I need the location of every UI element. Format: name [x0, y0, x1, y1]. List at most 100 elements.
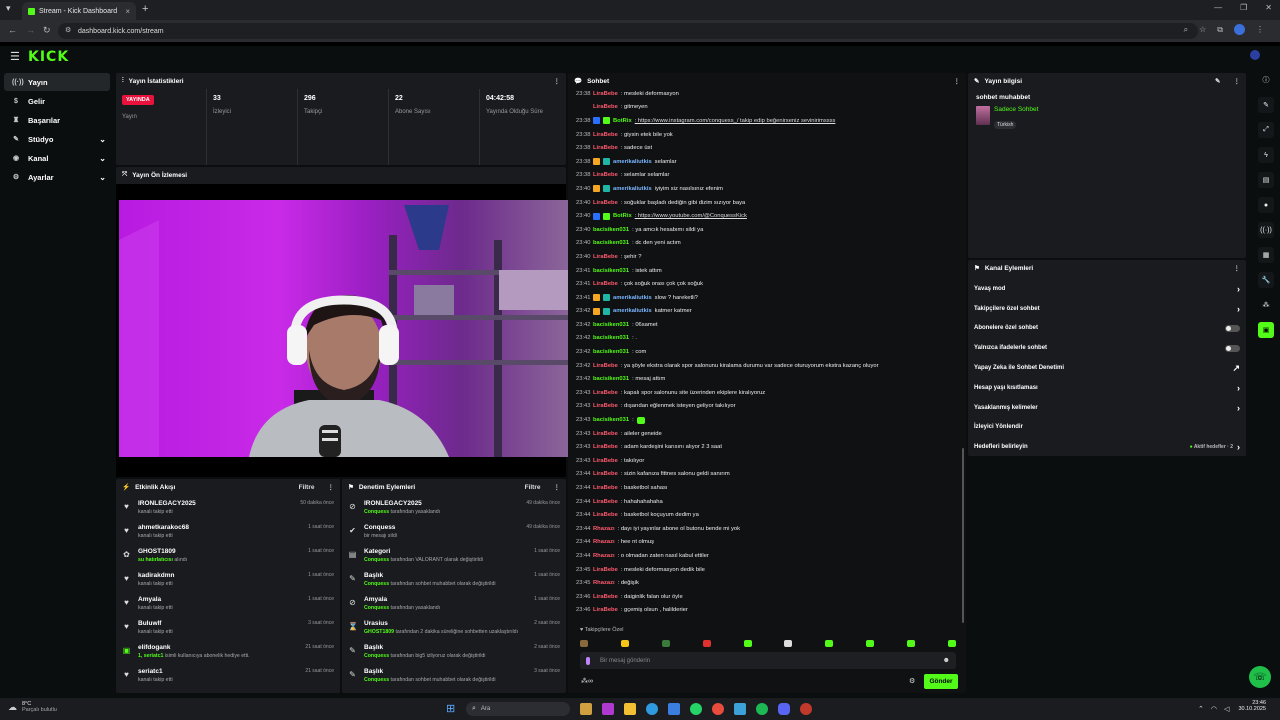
taskbar-search[interactable]: ⌕ Ara	[466, 702, 570, 716]
emote-icon[interactable]	[947, 639, 956, 647]
sidebar-item[interactable]: ◉ Kanal ⌄	[4, 149, 110, 167]
list-item-highlight[interactable]: Conquess	[364, 581, 389, 587]
channel-action-item[interactable]: Hedefleri belirleyin ● Aktif hedefler · 2…	[968, 437, 1246, 457]
settings-app-icon[interactable]	[734, 703, 746, 715]
list-item-highlight[interactable]: Conquess	[364, 509, 389, 515]
emote-icon[interactable]	[866, 639, 875, 647]
sidebar-item[interactable]: $ Gelir	[4, 92, 110, 110]
document-icon[interactable]: ▤	[1258, 172, 1274, 188]
tab-list-icon[interactable]: ▾	[6, 3, 11, 14]
channel-action-item[interactable]: Yapay Zeka ile Sohbet Denetimi ↗	[968, 358, 1246, 378]
minimize-icon[interactable]: —	[1214, 3, 1222, 12]
channel-actions-more-icon[interactable]: ⋮	[1234, 264, 1241, 272]
chat-username[interactable]: LiraBebe	[593, 567, 618, 573]
volume-icon[interactable]: ◁	[1224, 705, 1229, 713]
pencil-icon[interactable]: ✎	[1258, 97, 1274, 113]
chat-username[interactable]: bacisiken031	[593, 335, 629, 341]
chat-username[interactable]: amerikaliutkis	[613, 159, 652, 165]
chat-identity-icon[interactable]	[586, 656, 590, 665]
chevron-right-icon[interactable]: ›	[1237, 403, 1240, 413]
chat-message-text[interactable]: : https://www.instagram.com/conquess_/ t…	[635, 118, 836, 124]
reload-icon[interactable]: ↻	[43, 25, 51, 36]
help-chat-icon[interactable]: ☏	[1249, 666, 1271, 688]
zoom-icon[interactable]: ⌕	[1184, 25, 1188, 35]
chat-username[interactable]: LiraBebe	[593, 485, 618, 491]
layout-icon[interactable]: ▦	[1258, 247, 1274, 263]
chat-username[interactable]: LiraBebe	[593, 281, 618, 287]
list-item[interactable]: ▣ elifdogank 1, seriatc1 isimli kullanıcıy…	[116, 642, 340, 666]
list-item[interactable]: ✎ Başlık Conquess tarafından big5 izliyoru…	[342, 642, 566, 666]
activity-more-icon[interactable]: ⋮	[328, 483, 335, 491]
share-icon[interactable]: ⁂	[1258, 297, 1274, 313]
chat-username[interactable]: LiraBebe	[593, 254, 618, 260]
chat-settings-icon[interactable]: ⚙	[909, 677, 915, 685]
chat-username[interactable]: LiraBebe	[593, 172, 618, 178]
wifi-icon[interactable]: ◠	[1211, 705, 1217, 713]
chat-username[interactable]: LiraBebe	[593, 471, 618, 477]
extensions-icon[interactable]: ⧉	[1217, 25, 1223, 35]
discord-icon[interactable]	[778, 703, 790, 715]
chat-username[interactable]: LiraBebe	[593, 431, 618, 437]
chat-username[interactable]: LiraBebe	[593, 499, 618, 505]
emote-icon[interactable]	[661, 639, 670, 647]
sidebar-item[interactable]: ♜ Başarılar	[4, 111, 110, 129]
chat-username[interactable]: Rhazazı	[593, 580, 615, 586]
external-link-icon[interactable]: ↗	[1232, 363, 1240, 374]
chat-username[interactable]: amerikaliutkis	[613, 186, 652, 192]
chat-username[interactable]: LiraBebe	[593, 403, 618, 409]
chat-username[interactable]: amerikaliutkis	[613, 295, 652, 301]
windows-start-icon[interactable]: ⊞	[446, 702, 455, 715]
chat-bubble-icon[interactable]: ●	[1258, 197, 1274, 213]
channel-action-item[interactable]: Hesap yaşı kısıtlaması ›	[968, 378, 1246, 398]
list-item-highlight[interactable]: Conquess	[364, 605, 389, 611]
list-item[interactable]: ♥ IRONLEGACY2025 kanalı takip etti 50 dakik…	[116, 498, 340, 522]
profile-avatar[interactable]	[1234, 24, 1245, 35]
chat-username[interactable]: bacisiken031	[593, 322, 629, 328]
bookmark-star-icon[interactable]: ☆	[1199, 25, 1206, 34]
chat-username[interactable]: Rhazazı	[593, 553, 615, 559]
store-icon[interactable]	[668, 703, 680, 715]
folder-icon[interactable]	[624, 703, 636, 715]
sidebar-item[interactable]: ⚙ Ayarlar ⌄	[4, 168, 110, 186]
chat-message-text[interactable]: : https://www.youtube.com/@ConquessKick	[635, 213, 747, 219]
channel-action-item[interactable]: Yalnızca ifadelerle sohbet	[968, 338, 1246, 358]
chat-username[interactable]: LiraBebe	[593, 91, 618, 97]
chat-username[interactable]: bacisiken031	[593, 268, 629, 274]
list-item[interactable]: ✿ GHOST1809 su hatırlatıcısı alındı 1 saat …	[116, 546, 340, 570]
list-item-highlight[interactable]: Conquess	[364, 653, 389, 659]
user-avatar[interactable]	[1250, 50, 1260, 60]
channel-action-item[interactable]: Abonelere özel sohbet	[968, 319, 1246, 339]
channel-action-item[interactable]: Yavaş mod ›	[968, 279, 1246, 299]
channel-action-item[interactable]: İzleyici Yönlendir	[968, 418, 1246, 438]
expand-icon[interactable]: ⤢	[1258, 122, 1274, 138]
tab-close-icon[interactable]: ×	[125, 7, 130, 16]
list-item[interactable]: ✔ Conquess bir mesajı sildi 49 dakika önce	[342, 522, 566, 546]
emote-icon[interactable]	[825, 639, 834, 647]
chat-username[interactable]: bacisiken031	[593, 227, 629, 233]
add-widget-icon[interactable]: ▣	[1258, 322, 1274, 338]
chevron-right-icon[interactable]: ›	[1237, 383, 1240, 393]
stream-video-frame[interactable]	[119, 200, 576, 457]
emote-icon[interactable]	[620, 639, 629, 647]
list-item[interactable]: ⌛ Urasius GHOST1809 tarafından 2 dakika sü…	[342, 618, 566, 642]
moderation-filter-button[interactable]: Filtre	[525, 484, 541, 491]
chat-tools-icon[interactable]: ⁂∞	[581, 677, 593, 685]
file-explorer-icon[interactable]	[580, 703, 592, 715]
spotify-icon[interactable]	[756, 703, 768, 715]
tools-icon[interactable]: 🔧	[1258, 272, 1274, 288]
chat-username[interactable]: Rhazazı	[593, 539, 615, 545]
list-item[interactable]: ♥ ahmetkarakoc68 kanalı takip etti 1 saat ö…	[116, 522, 340, 546]
maximize-icon[interactable]: ❐	[1240, 3, 1247, 12]
list-item[interactable]: ▤ Kategori Conquess tarafından VALORANT ol…	[342, 546, 566, 570]
channel-action-item[interactable]: Takipçilere özel sohbet ›	[968, 299, 1246, 319]
chevron-down-icon[interactable]: ⌄	[99, 173, 106, 182]
new-tab-icon[interactable]: +	[142, 3, 148, 15]
chat-username[interactable]: bacisiken031	[593, 417, 629, 423]
hamburger-menu-icon[interactable]: ☰	[10, 50, 20, 63]
whatsapp-icon[interactable]	[690, 703, 702, 715]
emote-icon[interactable]	[784, 639, 793, 647]
list-item-highlight[interactable]: GHOST1809	[364, 629, 394, 635]
edit-icon[interactable]: ✎	[1215, 77, 1220, 85]
chat-username[interactable]: LiraBebe	[593, 458, 618, 464]
chat-more-icon[interactable]: ⋮	[954, 77, 961, 85]
